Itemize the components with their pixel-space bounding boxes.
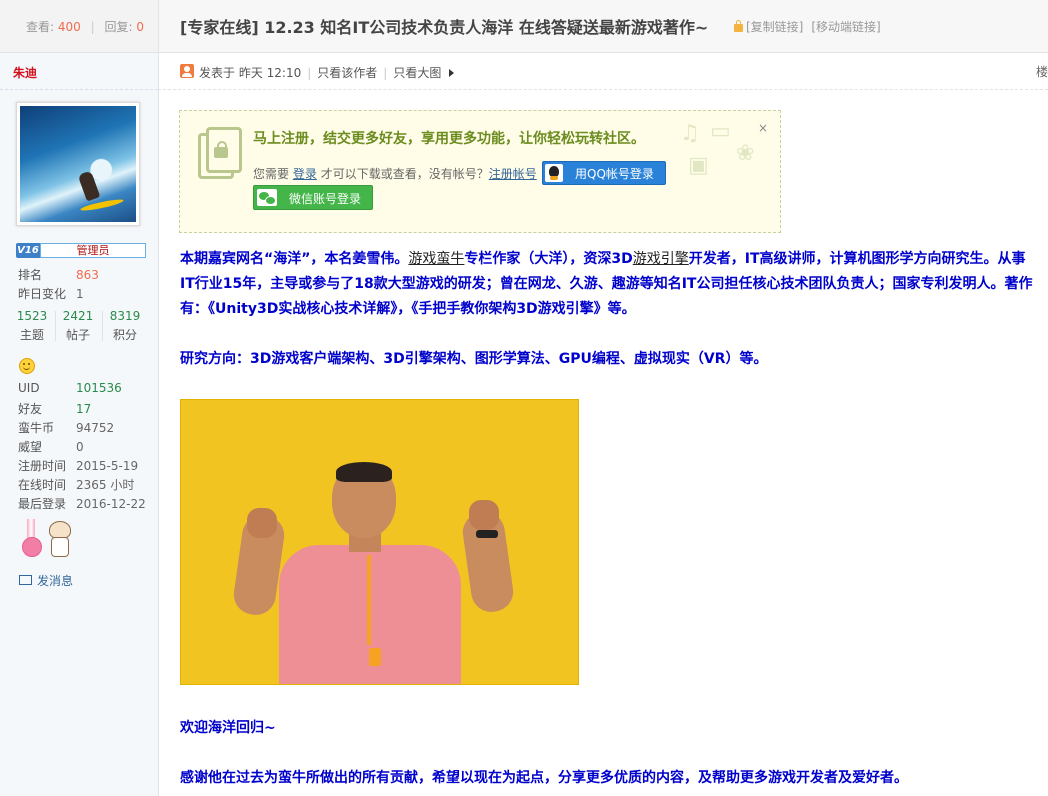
wechat-login-button[interactable]: 微信账号登录 xyxy=(253,185,373,210)
medal-girl-icon[interactable] xyxy=(46,521,72,557)
article-paragraph-welcome: 欢迎海洋回归~ xyxy=(180,720,276,736)
post-meta: 发表于 昨天 12:10 | 只看该作者 | 只看大图 xyxy=(199,64,455,81)
surfer-figure xyxy=(77,170,101,202)
medal-heart-icon[interactable] xyxy=(20,519,42,557)
article-paragraph-intro: 本期嘉宾网名“海洋”，本名姜雪伟。游戏蛮牛专栏作家（大洋），资深3D游戏引擎开发… xyxy=(180,251,1033,317)
stat-rank: 排名 863 xyxy=(18,268,99,282)
count-topics[interactable]: 1523 主题 xyxy=(10,309,54,343)
stat-coins: 蛮牛币 94752 xyxy=(18,421,115,435)
role-badge[interactable]: 管理员 xyxy=(40,243,146,258)
avatar-image xyxy=(20,106,136,222)
level-badge: V16 xyxy=(16,243,40,258)
replies-count: 0 xyxy=(136,20,144,34)
lock-icon xyxy=(734,20,743,32)
register-prompt-title: 马上注册，结交更多好友，享用更多功能，让你轻松玩转社区。 xyxy=(253,131,645,147)
login-link[interactable]: 登录 xyxy=(293,167,317,181)
post-meta-bar: 发表于 昨天 12:10 | 只看该作者 | 只看大图 楼 xyxy=(158,53,1048,90)
qq-penguin-icon xyxy=(545,164,563,182)
user-badge-row: V16 管理员 xyxy=(16,243,146,258)
stat-online-time: 在线时间 2365 小时 xyxy=(18,478,135,492)
count-points[interactable]: 8319 积分 xyxy=(103,309,147,343)
username[interactable]: 朱迪 xyxy=(13,64,37,81)
stat-uid: UID 101536 xyxy=(18,381,122,395)
stat-friends: 好友 17 xyxy=(18,402,92,416)
count-posts[interactable]: 2421 帖子 xyxy=(56,309,100,343)
stat-register-date: 注册时间 2015-5-19 xyxy=(18,459,139,473)
qq-login-button[interactable]: 用QQ帐号登录 xyxy=(542,161,666,185)
mobile-link[interactable]: [移动端链接] xyxy=(811,20,880,34)
register-link[interactable]: 注册帐号 xyxy=(489,167,537,181)
register-prompt-line: 您需要 登录 才可以下载或查看，没有帐号？注册帐号 xyxy=(253,167,537,181)
smile-icon xyxy=(19,358,35,374)
register-prompt-box: ♫ ▭ ❀ ▣ 马上注册，结交更多好友，享用更多功能，让你轻松玩转社区。 您需要 登录… xyxy=(179,110,781,233)
stat-yesterday-change: 昨日变化 1 xyxy=(18,287,84,301)
views-label: 查看: xyxy=(26,20,55,34)
thread-title: [专家在线] 12.23 知名IT公司技术负责人海洋 在线答疑送最新游戏著作~ xyxy=(180,18,709,37)
floor-label: 楼 xyxy=(1035,65,1048,79)
user-info-column: 朱迪 V16 管理员 排名 863 昨日变化 1 1523 主题 2421 帖子 831… xyxy=(0,53,159,796)
stat-prestige: 威望 0 xyxy=(18,440,84,454)
close-icon[interactable]: × xyxy=(758,121,768,135)
top-bar: 查看: 400 | 回复: 0 [专家在线] 12.23 知名IT公司技术负责人… xyxy=(0,0,1048,53)
envelope-icon xyxy=(19,575,32,585)
replies-label: 回复: xyxy=(104,20,133,34)
wechat-icon xyxy=(257,189,277,206)
views-count: 400 xyxy=(57,20,81,34)
link-game-engine[interactable]: 游戏引擎 xyxy=(633,251,689,267)
link-game-manniu[interactable]: 游戏蛮牛 xyxy=(408,251,464,267)
user-post-icon xyxy=(180,64,194,78)
thread-stats-panel: 查看: 400 | 回复: 0 xyxy=(0,0,159,52)
register-lock-icon xyxy=(198,127,242,179)
divider xyxy=(0,89,158,90)
avatar[interactable] xyxy=(16,102,140,226)
article-paragraph-thanks: 感谢他在过去为蛮牛所做出的所有贡献，希望以现在为起点，分享更多优质的内容，及帮助… xyxy=(180,770,908,786)
title-links: [复制链接] [移动端链接] xyxy=(734,18,889,35)
author-only-link[interactable]: 只看该作者 xyxy=(317,66,377,80)
stat-last-login: 最后登录 2016-12-22 xyxy=(18,497,146,511)
post-time: 发表于 昨天 12:10 xyxy=(199,66,302,80)
send-message-link[interactable]: 发消息 xyxy=(19,572,73,589)
arrow-right-icon[interactable] xyxy=(449,69,455,77)
article-paragraph-research: 研究方向：3D游戏客户端架构、3D引擎架构、图形学算法、GPU编程、虚拟现实（V… xyxy=(180,351,768,367)
big-image-link[interactable]: 只看大图 xyxy=(393,66,441,80)
guest-photo[interactable] xyxy=(180,399,579,685)
copy-link[interactable]: [复制链接] xyxy=(746,20,803,34)
thread-stats: 查看: 400 | 回复: 0 xyxy=(26,20,144,34)
